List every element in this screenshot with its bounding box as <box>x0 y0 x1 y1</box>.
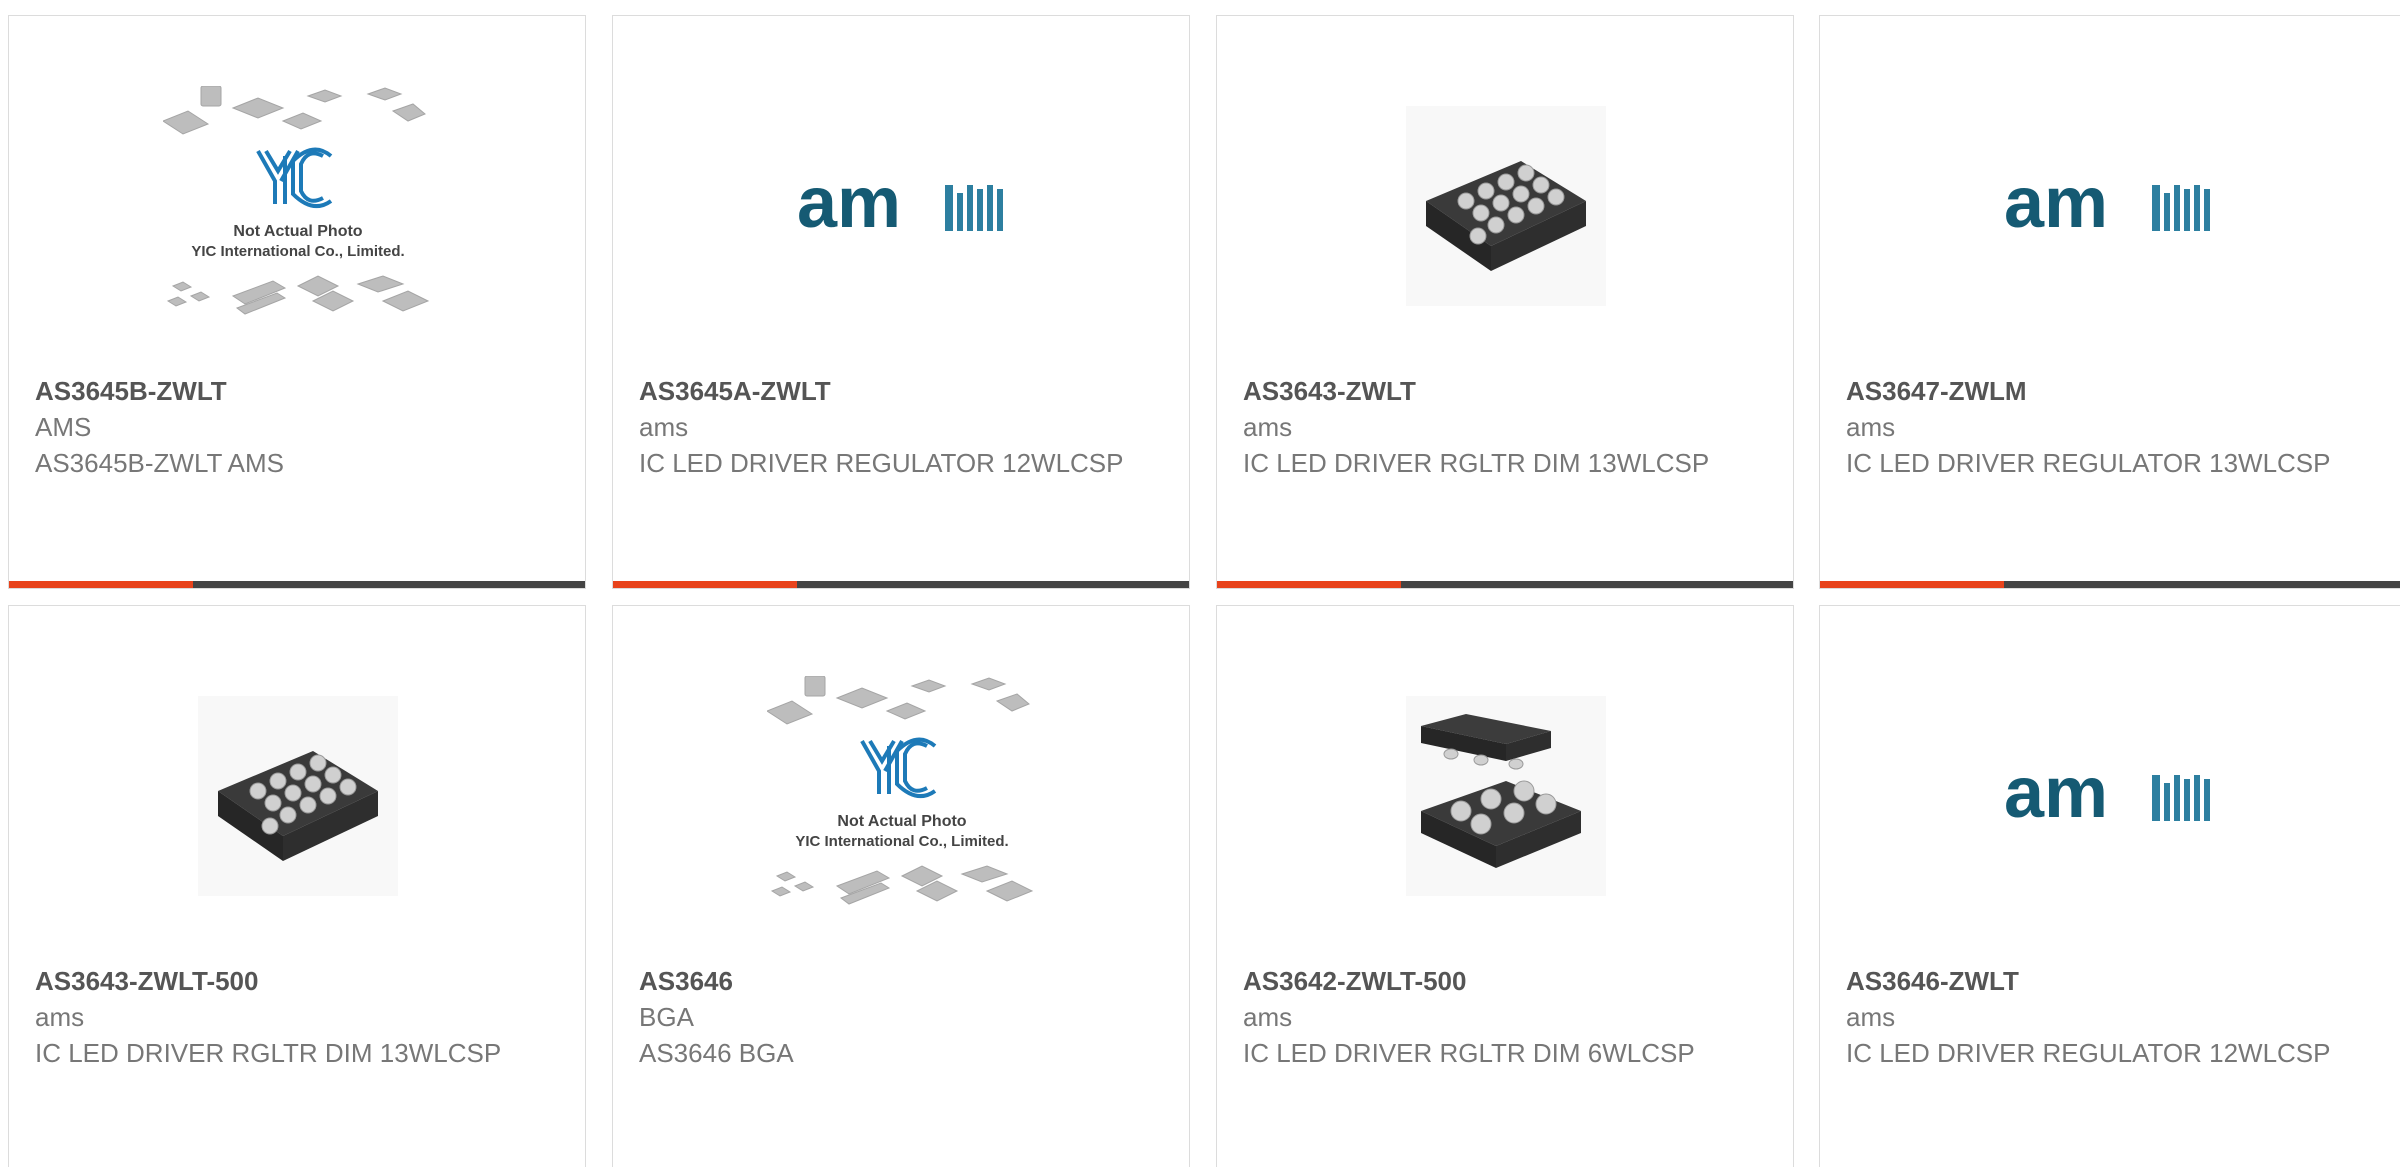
product-text: AS3645B-ZWLT AMS AS3645B-ZWLT AMS <box>35 373 565 481</box>
product-card[interactable]: am AS3646-ZWLT ams IC LED DRIVER REGULAT… <box>1819 605 2400 1167</box>
svg-text:am: am <box>2004 171 2108 241</box>
product-card[interactable]: am AS3645A-ZWLT ams IC LED DRIVER REGULA… <box>612 15 1190 589</box>
card-bar-accent <box>9 581 193 588</box>
product-text: AS3643-ZWLT-500 ams IC LED DRIVER RGLTR … <box>35 963 565 1071</box>
card-bar <box>613 581 1189 588</box>
description: IC LED DRIVER REGULATOR 12WLCSP <box>639 448 1124 478</box>
product-text: AS3643-ZWLT ams IC LED DRIVER RGLTR DIM … <box>1243 373 1773 481</box>
bga-chip-icon <box>1406 106 1606 306</box>
card-bar <box>1820 581 2400 588</box>
product-grid: Not Actual Photo YIC International Co., … <box>0 0 2400 1167</box>
product-image[interactable]: am <box>1820 56 2398 356</box>
svg-text:YIC International Co., Limited: YIC International Co., Limited. <box>795 833 1008 850</box>
svg-text:Not Actual Photo: Not Actual Photo <box>837 813 966 830</box>
description: IC LED DRIVER RGLTR DIM 13WLCSP <box>35 1038 502 1068</box>
product-image[interactable]: Not Actual Photo YIC International Co., … <box>613 646 1189 946</box>
product-text: AS3642-ZWLT-500 ams IC LED DRIVER RGLTR … <box>1243 963 1773 1071</box>
bga-chip-icon <box>198 696 398 896</box>
product-card[interactable]: AS3642-ZWLT-500 ams IC LED DRIVER RGLTR … <box>1216 605 1794 1167</box>
card-bar <box>1217 581 1793 588</box>
product-image[interactable]: Not Actual Photo YIC International Co., … <box>9 56 585 356</box>
card-bar-accent <box>1217 581 1401 588</box>
product-card[interactable]: am AS3647-ZWLM ams IC LED DRIVER REGULAT… <box>1819 15 2400 589</box>
part-number[interactable]: AS3645A-ZWLT <box>639 373 1169 409</box>
placeholder-photo-icon: Not Actual Photo YIC International Co., … <box>163 86 430 315</box>
description: IC LED DRIVER RGLTR DIM 6WLCSP <box>1243 1038 1695 1068</box>
card-bar-accent <box>1820 581 2004 588</box>
stacked-chip-icon <box>1406 696 1606 896</box>
placeholder-photo-icon: Not Actual Photo YIC International Co., … <box>767 676 1034 905</box>
svg-text:Not Actual Photo: Not Actual Photo <box>233 223 362 240</box>
description: IC LED DRIVER REGULATOR 12WLCSP <box>1846 1038 2331 1068</box>
product-image[interactable]: am <box>1820 646 2398 946</box>
description: AS3646 BGA <box>639 1038 794 1068</box>
ams-logo-icon: am <box>2004 761 2210 831</box>
description: IC LED DRIVER REGULATOR 13WLCSP <box>1846 448 2331 478</box>
product-card[interactable]: AS3643-ZWLT ams IC LED DRIVER RGLTR DIM … <box>1216 15 1794 589</box>
svg-text:YIC International Co., Limited: YIC International Co., Limited. <box>191 243 404 260</box>
product-text: AS3647-ZWLM ams IC LED DRIVER REGULATOR … <box>1846 373 2376 481</box>
product-card[interactable]: Not Actual Photo YIC International Co., … <box>8 15 586 589</box>
card-bar-accent <box>613 581 797 588</box>
part-number[interactable]: AS3645B-ZWLT <box>35 373 565 409</box>
part-number[interactable]: AS3647-ZWLM <box>1846 373 2376 409</box>
product-image[interactable] <box>9 646 585 946</box>
brand: ams <box>639 412 689 442</box>
product-card[interactable]: AS3643-ZWLT-500 ams IC LED DRIVER RGLTR … <box>8 605 586 1167</box>
brand: ams <box>1846 412 1896 442</box>
product-image[interactable]: am <box>613 56 1189 356</box>
description: AS3645B-ZWLT AMS <box>35 448 285 478</box>
card-bar <box>9 581 585 588</box>
description: IC LED DRIVER RGLTR DIM 13WLCSP <box>1243 448 1710 478</box>
brand: AMS <box>35 412 92 442</box>
brand: BGA <box>639 1002 694 1032</box>
product-text: AS3645A-ZWLT ams IC LED DRIVER REGULATOR… <box>639 373 1169 481</box>
brand: ams <box>1846 1002 1896 1032</box>
part-number[interactable]: AS3643-ZWLT <box>1243 373 1773 409</box>
product-text: AS3646 BGA AS3646 BGA <box>639 963 1169 1071</box>
brand: ams <box>35 1002 85 1032</box>
ams-logo-icon: am <box>2004 171 2210 241</box>
brand: ams <box>1243 412 1293 442</box>
svg-text:am: am <box>2004 761 2108 831</box>
product-image[interactable] <box>1217 56 1793 356</box>
brand: ams <box>1243 1002 1293 1032</box>
part-number[interactable]: AS3646 <box>639 963 1169 999</box>
svg-text:am: am <box>797 171 901 241</box>
part-number[interactable]: AS3643-ZWLT-500 <box>35 963 565 999</box>
part-number[interactable]: AS3642-ZWLT-500 <box>1243 963 1773 999</box>
part-number[interactable]: AS3646-ZWLT <box>1846 963 2376 999</box>
product-text: AS3646-ZWLT ams IC LED DRIVER REGULATOR … <box>1846 963 2376 1071</box>
ams-logo-icon: am <box>797 171 1003 241</box>
product-image[interactable] <box>1217 646 1793 946</box>
product-card[interactable]: Not Actual Photo YIC International Co., … <box>612 605 1190 1167</box>
